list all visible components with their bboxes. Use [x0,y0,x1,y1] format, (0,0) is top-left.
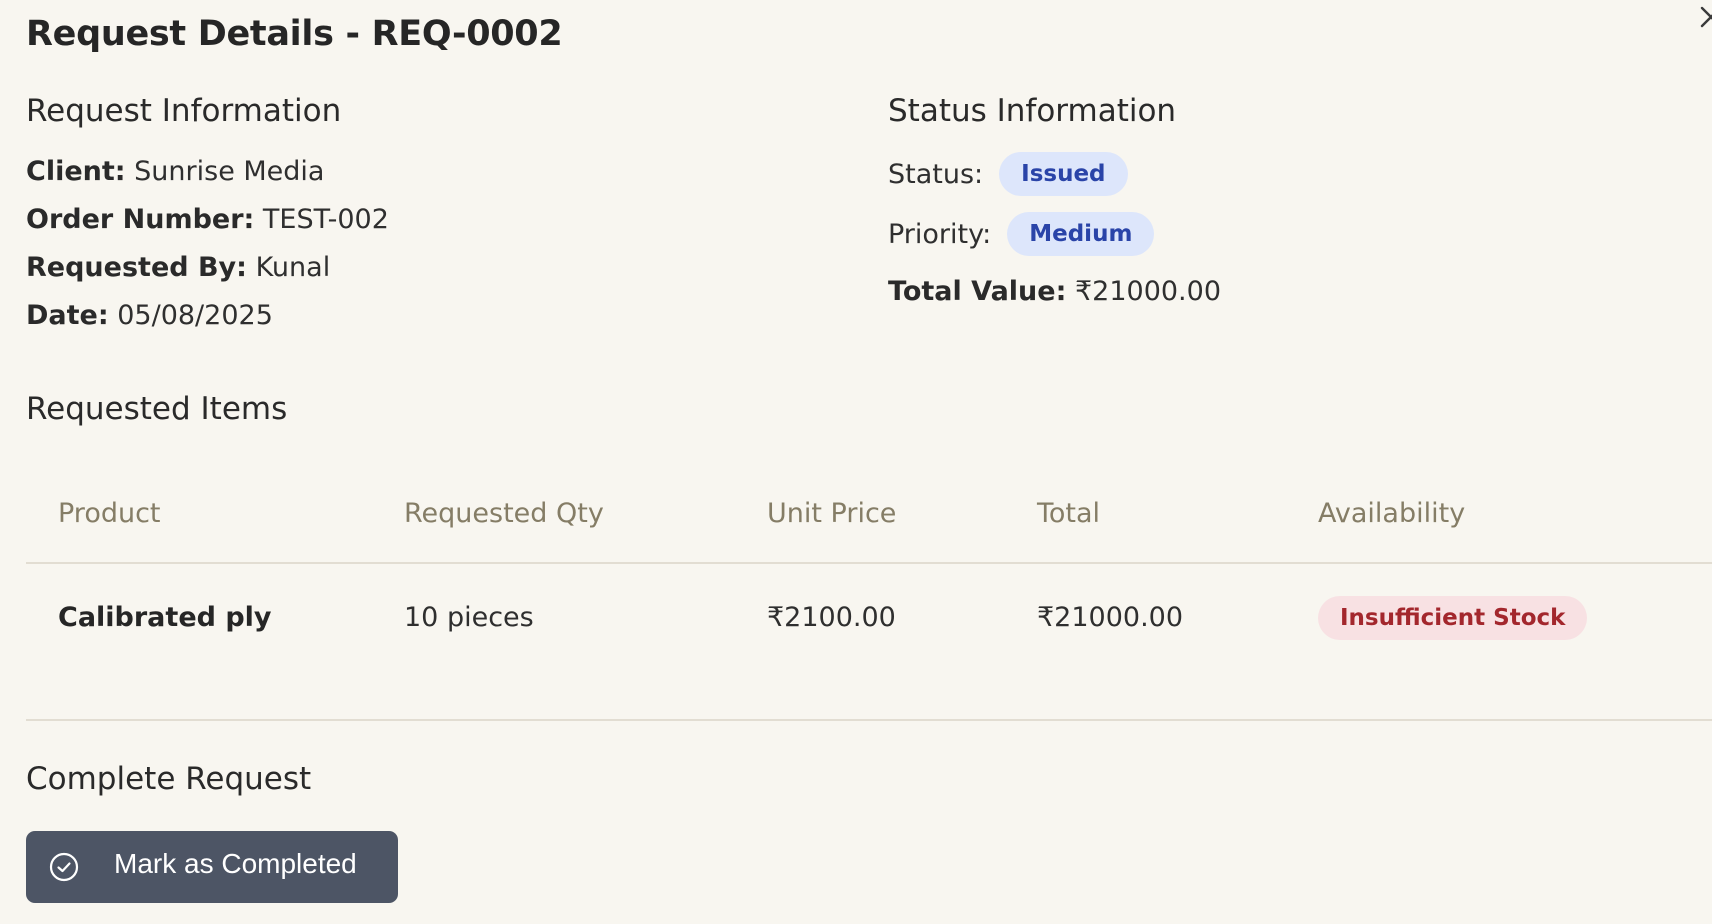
column-header-total: Total [1037,498,1101,529]
requested-by-value: Kunal [255,252,331,283]
mark-as-completed-button[interactable]: Mark as Completed [26,831,398,903]
status-label: Status: [888,158,984,190]
priority-badge: Medium [1007,212,1155,256]
client-label: Client: [26,156,126,187]
cell-product: Calibrated ply [58,602,272,633]
client-value: Sunrise Media [134,156,325,187]
availability-badge: Insufficient Stock [1318,596,1588,640]
order-number-field: Order Number: TEST-002 [26,204,389,235]
date-value: 05/08/2025 [117,300,273,331]
close-button[interactable] [1696,2,1712,32]
cell-unit-price: ₹2100.00 [767,602,896,633]
date-label: Date: [26,300,109,331]
order-number-label: Order Number: [26,204,255,235]
close-icon [1696,2,1712,32]
total-value-amount: ₹21000.00 [1074,276,1221,307]
column-header-availability: Availability [1318,498,1466,529]
mark-as-completed-label: Mark as Completed [114,848,357,879]
status-badge: Issued [999,152,1128,196]
complete-request-heading: Complete Request [26,761,312,797]
priority-label: Priority: [888,218,992,250]
column-header-product: Product [58,498,161,529]
check-circle-icon [48,851,80,883]
requested-by-field: Requested By: Kunal [26,252,330,283]
requested-by-label: Requested By: [26,252,247,283]
cell-requested-qty: 10 pieces [404,602,534,633]
cell-total: ₹21000.00 [1037,602,1184,633]
order-number-value: TEST-002 [262,204,389,235]
requested-items-heading: Requested Items [26,391,288,427]
status-info-heading: Status Information [888,93,1177,129]
column-header-requested-qty: Requested Qty [404,498,604,529]
table-bottom-divider [26,719,1712,721]
client-field: Client: Sunrise Media [26,156,324,187]
request-details-dialog: Request Details - REQ-0002 Request Infor… [0,0,1712,924]
table-header-divider [26,562,1712,564]
priority-field: Priority: Medium [888,212,1155,256]
date-field: Date: 05/08/2025 [26,300,273,331]
dialog-title: Request Details - REQ-0002 [26,14,563,54]
request-info-heading: Request Information [26,93,342,129]
total-value-field: Total Value: ₹21000.00 [888,276,1221,307]
column-header-unit-price: Unit Price [767,498,897,529]
status-field: Status: Issued [888,152,1128,196]
total-value-label: Total Value: [888,276,1067,307]
